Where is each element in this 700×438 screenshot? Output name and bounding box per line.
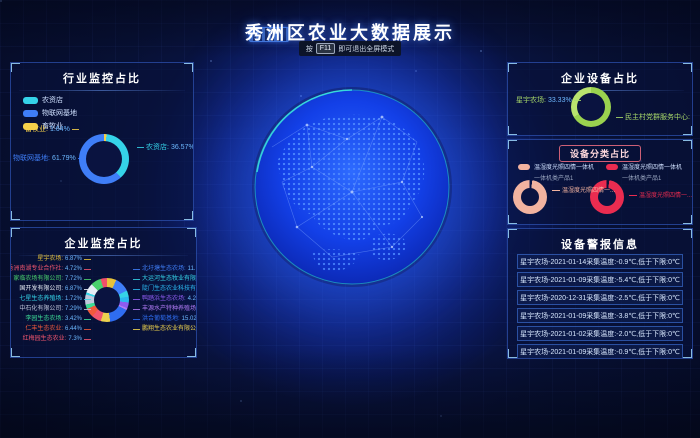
leader-line <box>84 289 91 290</box>
chart-label: 星宇农场: 6.87% <box>37 255 93 264</box>
chart-label: 李园生态农场: 3.42% <box>25 315 93 324</box>
fullscreen-tip: 按 F11 即可退出全屏模式 <box>299 41 402 56</box>
leader-line <box>84 299 91 300</box>
f11-key: F11 <box>316 43 336 54</box>
leader-line <box>84 309 91 310</box>
donut-hole <box>86 141 122 177</box>
panel-industry-monitor: 行业监控占比 农资店 物联网基地 畜牧业 畜牧业: 1.64% <box>10 62 194 221</box>
legend-swatch <box>518 164 530 170</box>
leader-line <box>133 269 140 270</box>
chart-label: 大运河生态牧业有限责任公 <box>131 275 197 284</box>
leader-line <box>133 319 140 320</box>
chart-label: 洪合葡萄基地: 15.02% <box>131 315 197 324</box>
chart-label: 陡门生态农业科技有限公 <box>131 285 197 294</box>
enterprise-left-labels: 星宇农场: 6.87% 秀洲南湖专业合作社: 4.72% 家临农场有限公司: 7… <box>11 255 93 344</box>
donut-hole <box>94 287 120 313</box>
classification-right-callout: 温湿度光照四情一... <box>629 190 692 199</box>
chart-label: 鹏翔生态农业有限公司: 6.87 <box>131 325 197 334</box>
chart-label: 国开发有限公司: 6.87% <box>19 285 93 294</box>
classification-left-donut <box>513 180 547 214</box>
legend-label: 物联网基地 <box>42 108 77 118</box>
globe-svg <box>252 87 452 287</box>
label-iot-base: 物联网基地: 61.79% <box>13 154 87 163</box>
leader-line <box>84 329 91 330</box>
alarm-text: 星宇农场-2021-01-14采集温度:-0.9℃,低于下限:0℃ <box>520 257 680 267</box>
chart-label: 北圩塘生态农场: 11.16% <box>131 265 197 274</box>
leader-line <box>133 309 140 310</box>
enterprise-right-labels: 北圩塘生态农场: 11.16% 大运河生态牧业有限责任公 陡门生态农业科技有限公… <box>131 265 195 334</box>
alarm-list: 星宇农场-2021-01-14采集温度:-0.9℃,低于下限:0℃ 星宇农场-2… <box>517 254 683 359</box>
panel-title: 行业监控占比 <box>11 63 193 90</box>
alarm-row: 星宇农场-2021-01-09采集温度:-5.4℃,低于下限:0℃ <box>517 272 683 287</box>
classification-left-callout: 温湿度光照四情一... <box>552 185 615 194</box>
leader-line <box>133 299 140 300</box>
globe-graphic <box>252 87 452 287</box>
label-minzhu-center: 民主村党群服务中心: <box>614 113 692 122</box>
leader-line <box>84 259 91 260</box>
leader-line <box>72 129 79 130</box>
leader-line <box>84 339 91 340</box>
panel-device-share: 企业设备占比 星宇农场: 33.33% 民主村党群服务中心: <box>507 62 693 136</box>
dashboard: 秀洲区农业大数据展示 按 F11 即可退出全屏模式 行业监控占比 农资店 物联网… <box>0 0 700 438</box>
chart-label: 秀洲南湖专业合作社: 4.72% <box>10 265 93 274</box>
alarm-text: 星宇农场-2021-01-02采集温度:-2.0℃,低于下限:0℃ <box>520 329 680 339</box>
chart-label: 丰源水产特种养殖场: 1. <box>131 305 197 314</box>
legend-item: 农资店 <box>23 95 77 105</box>
leader-line <box>84 269 91 270</box>
leader-line <box>137 147 144 148</box>
alarm-row: 星宇农场-2021-01-09采集温度:-3.8℃,低于下限:0℃ <box>517 308 683 323</box>
alarm-text: 星宇农场-2021-01-09采集温度:-3.8℃,低于下限:0℃ <box>520 311 680 321</box>
label-xingyu-farm: 星宇农场: 33.33% <box>516 96 583 105</box>
legend-item: 温湿度光照四情一体机 <box>606 162 682 171</box>
alarm-row: 星宇农场-2020-12-31采集温度:-2.5℃,低于下限:0℃ <box>517 290 683 305</box>
leader-line <box>133 289 140 290</box>
panel-title: 企业设备占比 <box>508 63 692 90</box>
legend-swatch <box>23 97 38 104</box>
alarm-text: 星宇农场-2021-01-09采集温度:-5.4℃,低于下限:0℃ <box>520 275 680 285</box>
alarm-row: 星宇农场-2021-01-09采集温度:-0.9℃,低于下限:0℃ <box>517 344 683 359</box>
leader-line <box>133 329 140 330</box>
panel-device-alarms: 设备警报信息 星宇农场-2021-01-14采集温度:-0.9℃,低于下限:0℃… <box>507 228 693 359</box>
classification-right-legend: 温湿度光照四情一体机 一体机类产品1 <box>606 162 682 182</box>
chart-label: 七星生态养殖场: 1.72% <box>19 295 93 304</box>
legend-item: 物联网基地 <box>23 108 77 118</box>
donut-hole <box>521 188 539 206</box>
panel-title: 企业监控占比 <box>11 228 196 255</box>
panel-device-classification: 设备分类占比 温湿度光照四情一体机 一体机类产品1 温湿度光照四情一体机 一体机… <box>507 139 693 225</box>
panel-title: 设备警报信息 <box>508 229 692 256</box>
label-livestock: 畜牧业: 1.64% <box>25 125 81 134</box>
label-store: 农资店: 36.57% <box>135 143 194 152</box>
leader-line <box>574 100 581 101</box>
panel-title: 设备分类占比 <box>559 145 641 162</box>
title-divider <box>19 90 185 91</box>
legend-swatch <box>606 164 618 170</box>
chart-label: 家临农场有限公司: 7.72% <box>13 275 93 284</box>
leader-line <box>84 279 91 280</box>
leader-line <box>84 319 91 320</box>
chart-label: 红梅园生态农业: 7.3% <box>23 335 93 344</box>
leader-line <box>78 158 85 159</box>
alarm-row: 星宇农场-2021-01-14采集温度:-0.9℃,低于下限:0℃ <box>517 254 683 269</box>
leader-line <box>133 279 140 280</box>
chart-label: 鸭踏浜生态农场: 4.29 <box>131 295 197 304</box>
tip-prefix: 按 <box>306 44 313 54</box>
device-donut-chart <box>571 87 611 127</box>
alarm-text: 星宇农场-2021-01-09采集温度:-0.9℃,低于下限:0℃ <box>520 347 680 357</box>
tip-suffix: 即可退出全屏模式 <box>338 44 394 54</box>
legend-label: 农资店 <box>42 95 63 105</box>
leader-line <box>616 117 623 118</box>
legend-item: 一体机类产品1 <box>606 173 682 182</box>
background-stars <box>0 0 2 2</box>
classification-left-legend: 温湿度光照四情一体机 一体机类产品1 <box>518 162 594 182</box>
chart-label: 仁丰生态农业: 6.44% <box>25 325 93 334</box>
alarm-text: 星宇农场-2020-12-31采集温度:-2.5℃,低于下限:0℃ <box>520 293 680 303</box>
legend-swatch <box>23 110 38 117</box>
alarm-row: 星宇农场-2021-01-02采集温度:-2.0℃,低于下限:0℃ <box>517 326 683 341</box>
panel-enterprise-monitor: 企业监控占比 星宇农场: 6.87% 秀洲南湖专业合作社: 4.72% 家临农场… <box>10 227 197 358</box>
legend-item: 温湿度光照四情一体机 <box>518 162 594 171</box>
chart-label: 中石化有限公司: 7.29% <box>19 305 93 314</box>
fullscreen-tip-bar: 按 F11 即可退出全屏模式 <box>0 41 700 56</box>
